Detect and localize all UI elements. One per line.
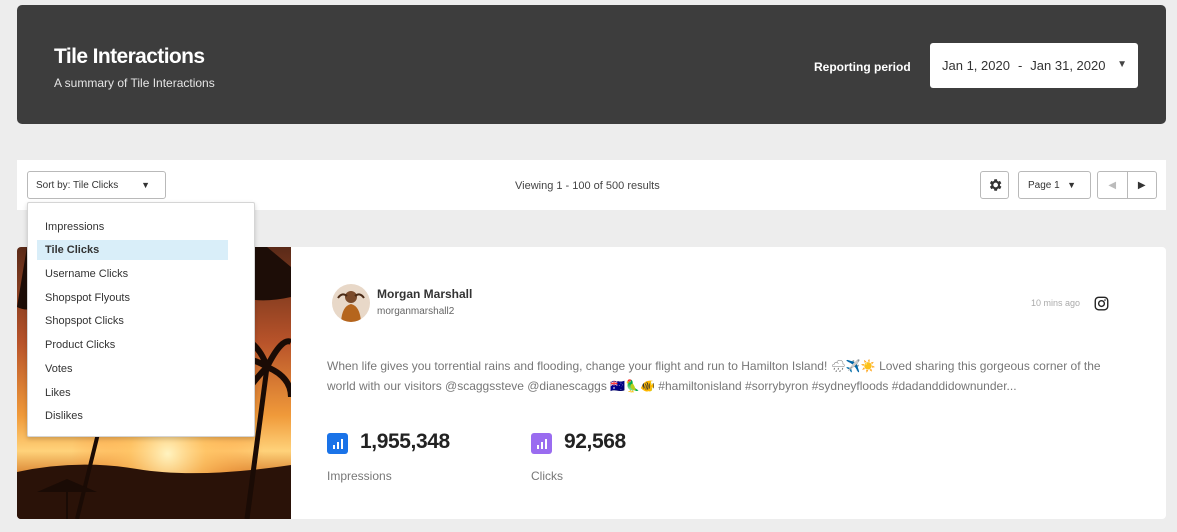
sort-option-username-clicks[interactable]: Username Clicks	[37, 264, 228, 284]
page-dropdown[interactable]: Page 1 ▼	[1018, 171, 1091, 199]
chevron-left-icon: ◀	[1108, 179, 1117, 191]
sort-option-likes[interactable]: Likes	[37, 383, 228, 403]
sort-menu: Impressions Tile Clicks Username Clicks …	[27, 202, 255, 437]
user-handle[interactable]: morganmarshall2	[377, 306, 454, 317]
clicks-label: Clicks	[531, 469, 563, 483]
page-title: Tile Interactions	[54, 45, 205, 68]
bar-chart-icon	[531, 433, 552, 454]
reporting-period-label: Reporting period	[814, 60, 911, 74]
clicks-value: 92,568	[564, 430, 626, 453]
impressions-value: 1,955,348	[360, 430, 450, 453]
next-page-button[interactable]: ▶	[1128, 172, 1157, 198]
sort-option-shopspot-flyouts[interactable]: Shopspot Flyouts	[37, 288, 228, 308]
settings-button[interactable]	[980, 171, 1009, 199]
date-range-picker[interactable]: Jan 1, 2020 - Jan 31, 2020 ▼	[930, 43, 1138, 88]
sort-option-shopspot-clicks[interactable]: Shopspot Clicks	[37, 311, 228, 331]
caret-down-icon: ▼	[1117, 59, 1127, 70]
sort-option-dislikes[interactable]: Dislikes	[37, 406, 228, 426]
post-caption: When life gives you torrential rains and…	[327, 359, 1101, 393]
date-separator: -	[1017, 58, 1023, 73]
sort-option-impressions[interactable]: Impressions	[37, 217, 228, 237]
results-count: Viewing 1 - 100 of 500 results	[515, 180, 660, 192]
report-header: Tile Interactions A summary of Tile Inte…	[17, 5, 1166, 124]
pagination: ◀ ▶	[1097, 171, 1157, 199]
sort-option-product-clicks[interactable]: Product Clicks	[37, 335, 228, 355]
prev-page-button[interactable]: ◀	[1098, 172, 1128, 198]
user-name[interactable]: Morgan Marshall	[377, 287, 472, 301]
date-end: Jan 31, 2020	[1030, 58, 1106, 73]
bar-chart-icon	[327, 433, 348, 454]
sort-option-votes[interactable]: Votes	[37, 359, 228, 379]
sort-dropdown[interactable]: Sort by: Tile Clicks ▼	[27, 171, 166, 199]
chevron-right-icon: ▶	[1137, 179, 1146, 191]
page-dropdown-label: Page 1	[1028, 179, 1060, 191]
instagram-icon[interactable]	[1094, 296, 1109, 316]
avatar[interactable]	[332, 284, 370, 322]
avatar-image	[332, 284, 370, 322]
caret-down-icon: ▼	[141, 180, 150, 190]
post-timestamp: 10 mins ago	[1031, 298, 1081, 308]
sort-option-tile-clicks[interactable]: Tile Clicks	[37, 240, 228, 260]
gear-icon	[989, 179, 1001, 191]
impressions-label: Impressions	[327, 469, 392, 483]
caret-down-icon: ▼	[1067, 180, 1076, 190]
date-start: Jan 1, 2020	[942, 58, 1010, 73]
page-subtitle: A summary of Tile Interactions	[54, 76, 215, 90]
sort-dropdown-label: Sort by: Tile Clicks	[36, 179, 119, 191]
